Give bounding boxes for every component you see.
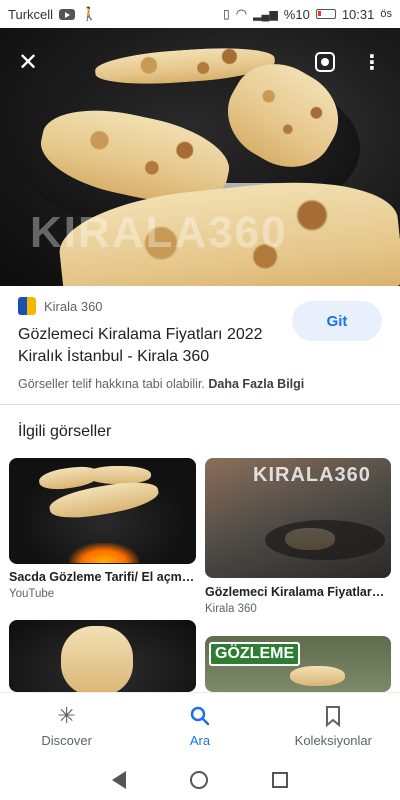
divider bbox=[0, 404, 400, 405]
flatbread bbox=[290, 666, 345, 686]
close-icon: ✕ bbox=[17, 48, 39, 76]
copyright-notice: Görseller telif hakkına tabi olabilir. D… bbox=[18, 377, 304, 391]
related-thumbnail[interactable]: KIRALA360 bbox=[205, 458, 391, 578]
wifi-icon: ◠ bbox=[235, 6, 248, 21]
clock-suffix: ös bbox=[380, 8, 392, 20]
source-row[interactable]: Kirala 360 bbox=[18, 297, 103, 315]
related-heading: İlgili görseller bbox=[18, 423, 112, 440]
griddle-pan bbox=[265, 520, 385, 560]
related-title-2[interactable]: Gözlemeci Kiralama Fiyatları … bbox=[205, 585, 385, 599]
lens-button[interactable] bbox=[305, 42, 345, 82]
fire bbox=[69, 543, 139, 563]
hero-watermark: KIRALA360 bbox=[30, 208, 288, 257]
nav-label-discover: Discover bbox=[41, 733, 92, 748]
recents-icon[interactable] bbox=[272, 772, 288, 788]
nav-label-search: Ara bbox=[189, 733, 211, 748]
notice-text: Görseller telif hakkına tabi olabilir. bbox=[18, 377, 205, 391]
related-source-2: Kirala 360 bbox=[205, 603, 257, 615]
nav-search[interactable]: Ara bbox=[133, 693, 266, 760]
nav-label-collections: Koleksiyonlar bbox=[294, 733, 372, 748]
youtube-notification-icon bbox=[59, 8, 76, 20]
related-thumbnail[interactable] bbox=[9, 620, 196, 692]
home-icon[interactable] bbox=[190, 771, 208, 789]
signal-icon: ▂▄▆ bbox=[253, 8, 278, 21]
related-title-1[interactable]: Sacda Gözleme Tarifi/ El açm… bbox=[9, 570, 196, 584]
bookmark-icon bbox=[323, 705, 343, 729]
nav-collections[interactable]: Koleksiyonlar bbox=[267, 693, 400, 760]
flatbread bbox=[87, 466, 151, 484]
vibrate-icon: ▯ bbox=[223, 7, 230, 21]
status-bar: Turkcell 🚶 ▯ ◠ ▂▄▆ %10 10:31 ös bbox=[0, 0, 400, 28]
more-options-button[interactable]: ⋮ bbox=[352, 42, 392, 82]
battery-icon bbox=[315, 9, 336, 19]
walking-icon: 🚶 bbox=[81, 6, 98, 21]
source-logo bbox=[18, 297, 36, 315]
flatbread bbox=[61, 626, 133, 692]
more-vert-icon: ⋮ bbox=[362, 51, 382, 74]
related-source-1: YouTube bbox=[9, 588, 55, 600]
thumbnail-watermark: KIRALA360 bbox=[253, 464, 371, 486]
thumbnail-watermark: GÖZLEME bbox=[209, 642, 301, 666]
bottom-navigation: ✳ Discover Ara Koleksiyonlar bbox=[0, 692, 400, 760]
asterisk-icon: ✳ bbox=[57, 703, 76, 728]
learn-more-link[interactable]: Daha Fazla Bilgi bbox=[208, 377, 304, 391]
battery-percent: %10 bbox=[283, 6, 310, 22]
nav-discover[interactable]: ✳ Discover bbox=[0, 693, 133, 760]
source-name: Kirala 360 bbox=[44, 298, 103, 314]
lens-icon bbox=[315, 52, 335, 72]
system-navigation-bar bbox=[0, 760, 400, 800]
visit-button[interactable]: Git bbox=[292, 301, 382, 341]
close-button[interactable]: ✕ bbox=[8, 42, 48, 82]
related-thumbnail[interactable] bbox=[9, 458, 196, 564]
back-icon[interactable] bbox=[112, 771, 126, 789]
related-thumbnail[interactable]: GÖZLEME bbox=[205, 636, 391, 692]
carrier-label: Turkcell bbox=[8, 6, 54, 22]
clock: 10:31 bbox=[341, 6, 375, 22]
search-icon bbox=[189, 705, 211, 729]
result-title[interactable]: Gözlemeci Kiralama Fiyatları 2022 Kiralı… bbox=[18, 324, 288, 368]
